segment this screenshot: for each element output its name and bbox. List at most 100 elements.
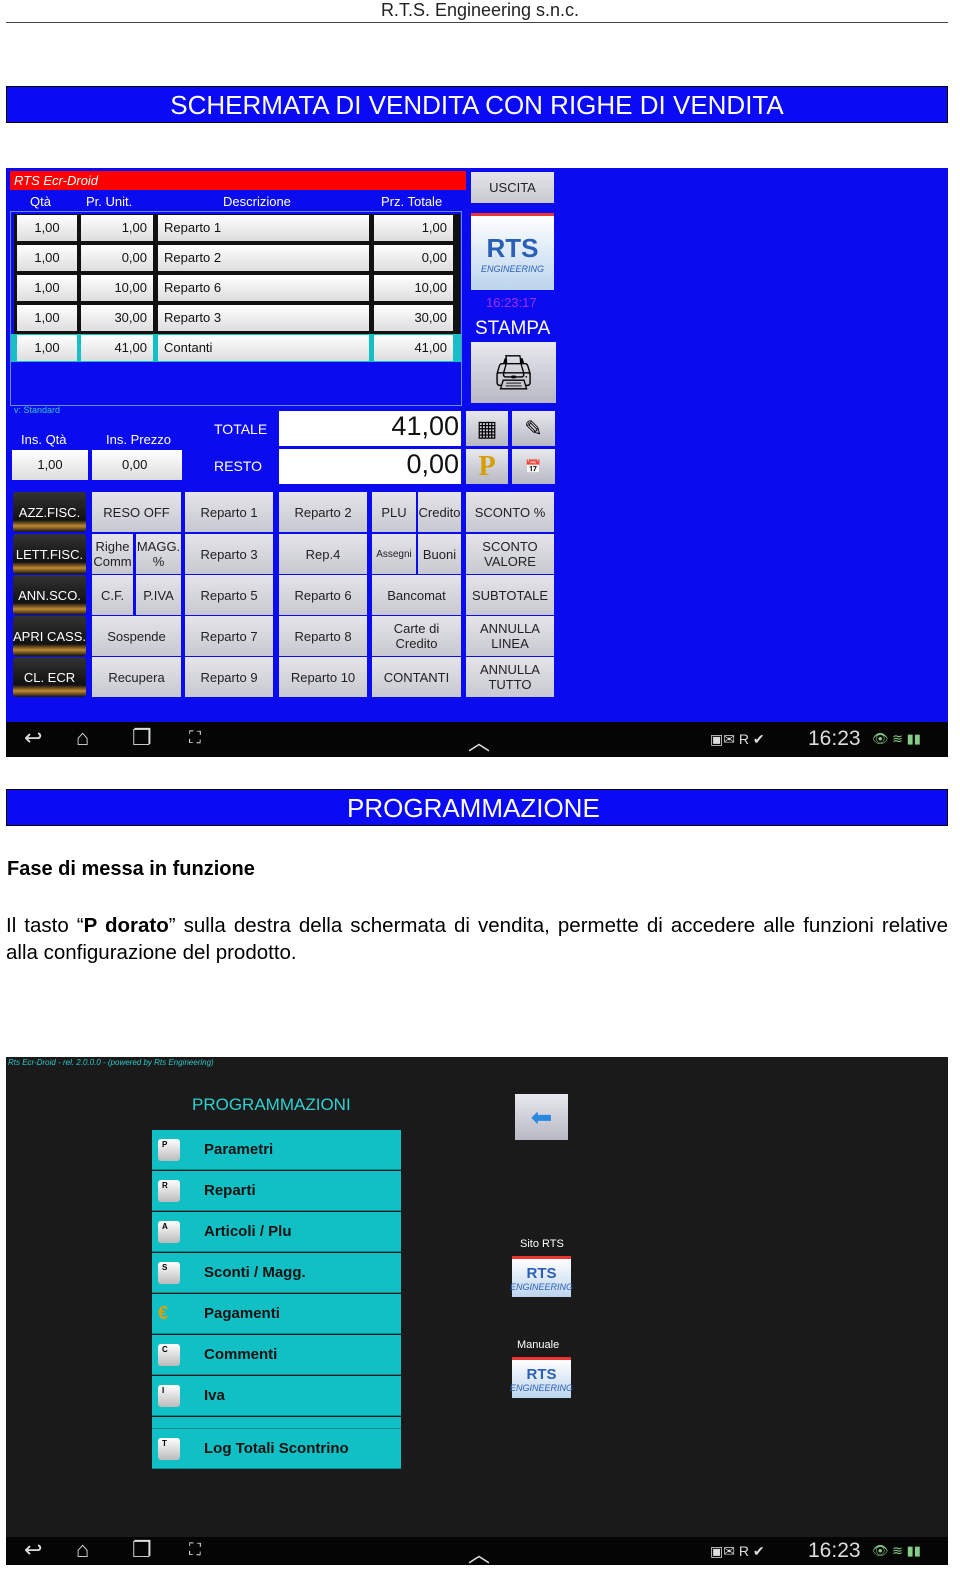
chevron-up-icon[interactable]: ︿ xyxy=(468,725,490,757)
back-icon[interactable]: ↩ xyxy=(24,1537,42,1563)
key-annulla-linea[interactable]: ANNULLA LINEA xyxy=(466,616,554,656)
arrow-left-icon: ⬅ xyxy=(530,1101,553,1132)
menu-item-iva[interactable]: I Iva xyxy=(152,1376,401,1416)
key-reparto-7[interactable]: Reparto 7 xyxy=(185,616,273,656)
menu-item-sconti-magg-[interactable]: S Sconti / Magg. xyxy=(152,1253,401,1293)
table-cell: 10,00 xyxy=(81,275,153,301)
key-sconto-[interactable]: SCONTO % xyxy=(466,492,554,532)
key-plu[interactable]: PLU xyxy=(372,492,416,532)
home-icon[interactable]: ⌂ xyxy=(76,1537,89,1563)
table-cell: 0,00 xyxy=(81,245,153,271)
key-p-iva[interactable]: P.IVA xyxy=(136,575,181,615)
menu-item-log-totali-scontrino[interactable]: T Log Totali Scontrino xyxy=(152,1429,401,1469)
menu-item-label: Parametri xyxy=(204,1141,274,1158)
version-label: v: Standard xyxy=(14,405,61,415)
menu-item-articoli-plu[interactable]: A Articoli / Plu xyxy=(152,1212,401,1252)
key-sconto-valore[interactable]: SCONTO VALORE xyxy=(466,534,554,574)
recents-icon[interactable]: ❐ xyxy=(132,725,152,751)
total-display: 41,00 xyxy=(279,411,461,446)
function-button[interactable]: LETT.FISC. xyxy=(13,534,86,574)
key-c-f-[interactable]: C.F. xyxy=(92,575,133,615)
menu-item-label: Reparti xyxy=(204,1182,256,1199)
menu-item-pagamenti[interactable]: € Pagamenti xyxy=(152,1294,401,1334)
key-credito[interactable]: Credito xyxy=(418,492,461,532)
key-carte-di-credito[interactable]: Carte di Credito xyxy=(372,616,461,656)
clock: 16:23:17 xyxy=(486,295,537,310)
key-subtotale[interactable]: SUBTOTALE xyxy=(466,575,554,615)
key-buoni[interactable]: Buoni xyxy=(418,534,461,574)
key-assegni[interactable]: Assegni xyxy=(372,534,416,574)
golden-p-button[interactable]: P xyxy=(466,449,508,484)
table-cell: 1,00 xyxy=(17,245,77,271)
screenshot-icon[interactable]: ⛶ xyxy=(189,728,201,748)
key-reparto-6[interactable]: Reparto 6 xyxy=(279,575,367,615)
calendar-button[interactable]: 📅 xyxy=(512,449,555,484)
table-cell: 41,00 xyxy=(374,335,453,361)
ins-qty-label: Ins. Qtà xyxy=(21,432,67,447)
logo-text: ENGINEERING xyxy=(510,1281,574,1292)
key-icon: S xyxy=(158,1262,180,1284)
key-reparto-2[interactable]: Reparto 2 xyxy=(279,492,367,532)
para-text: Il tasto “ xyxy=(6,914,84,937)
menu-item-commenti[interactable]: C Commenti xyxy=(152,1335,401,1375)
back-icon[interactable]: ↩ xyxy=(24,725,42,751)
screenshot-icon[interactable]: ⛶ xyxy=(189,1540,201,1560)
key-recupera[interactable]: Recupera xyxy=(92,657,181,697)
table-cell: Reparto 1 xyxy=(158,215,369,241)
key-icon: C xyxy=(158,1344,180,1366)
menu-item-reparti[interactable]: R Reparti xyxy=(152,1171,401,1211)
key-reparto-10[interactable]: Reparto 10 xyxy=(279,657,367,697)
table-row[interactable]: 1,00 41,00 Contanti 41,00 xyxy=(11,334,461,362)
chevron-up-icon[interactable]: ︿ xyxy=(468,1537,490,1565)
back-button[interactable]: ⬅ xyxy=(515,1094,568,1140)
pen-book-icon: ✎ xyxy=(524,415,543,441)
key-contanti[interactable]: CONTANTI xyxy=(372,657,461,697)
printer-button[interactable]: 🖨 xyxy=(471,342,556,403)
key-reparto-8[interactable]: Reparto 8 xyxy=(279,616,367,656)
key-rep-4[interactable]: Rep.4 xyxy=(279,534,367,574)
manual-button[interactable]: RTS ENGINEERING xyxy=(510,1357,574,1398)
exit-button[interactable]: USCITA xyxy=(471,172,554,203)
table-row[interactable]: 1,00 10,00 Reparto 6 10,00 xyxy=(11,274,461,302)
key-reparto-5[interactable]: Reparto 5 xyxy=(185,575,273,615)
home-icon[interactable]: ⌂ xyxy=(76,725,89,751)
function-button[interactable]: CL. ECR xyxy=(13,657,86,697)
table-cell: Reparto 2 xyxy=(158,245,369,271)
menu-item-parametri[interactable]: P Parametri xyxy=(152,1130,401,1170)
table-cell: 1,00 xyxy=(17,215,77,241)
function-button[interactable]: AZZ.FISC. xyxy=(13,492,86,532)
key-sospende[interactable]: Sospende xyxy=(92,616,181,656)
calculator-button[interactable]: ▦ xyxy=(466,411,508,446)
key-reso-off[interactable]: RESO OFF xyxy=(92,492,181,532)
key-annulla-tutto[interactable]: ANNULLA TUTTO xyxy=(466,657,554,697)
function-button[interactable]: APRI CASS. xyxy=(13,616,86,656)
key-bancomat[interactable]: Bancomat xyxy=(372,575,461,615)
rts-logo: RTS ENGINEERING xyxy=(471,213,554,290)
table-cell: 1,00 xyxy=(17,335,77,361)
key-righe-comm[interactable]: Righe Comm xyxy=(92,534,133,574)
table-row[interactable]: 1,00 0,00 Reparto 2 0,00 xyxy=(11,244,461,272)
key-reparto-1[interactable]: Reparto 1 xyxy=(185,492,273,532)
table-row[interactable]: 1,00 30,00 Reparto 3 30,00 xyxy=(11,304,461,332)
key-icon: A xyxy=(158,1221,180,1243)
notes-button[interactable]: ✎ xyxy=(512,411,555,446)
key-reparto-9[interactable]: Reparto 9 xyxy=(185,657,273,697)
menu-item-label: Commenti xyxy=(204,1346,278,1363)
ins-price-input[interactable]: 0,00 xyxy=(92,450,182,480)
print-label: STAMPA xyxy=(475,318,551,339)
logo-text: ENGINEERING xyxy=(510,1382,574,1393)
recents-icon[interactable]: ❐ xyxy=(132,1537,152,1563)
table-cell: 0,00 xyxy=(374,245,453,271)
col-total: Prz. Totale xyxy=(381,194,443,209)
menu-item-label: Sconti / Magg. xyxy=(204,1264,306,1281)
body-paragraph: Il tasto “P dorato” sulla destra della s… xyxy=(6,912,948,966)
function-button[interactable]: ANN.SCO. xyxy=(13,575,86,615)
table-cell: 1,00 xyxy=(17,305,77,331)
site-rts-button[interactable]: RTS ENGINEERING xyxy=(510,1256,574,1297)
key-reparto-3[interactable]: Reparto 3 xyxy=(185,534,273,574)
change-display: 0,00 xyxy=(279,449,461,484)
table-row[interactable]: 1,00 1,00 Reparto 1 1,00 xyxy=(11,214,461,242)
programming-screen-screenshot: Rts Ecr-Droid - rel. 2.0.0.0 - (powered … xyxy=(6,1057,948,1565)
key-magg-[interactable]: MAGG. % xyxy=(136,534,181,574)
ins-qty-input[interactable]: 1,00 xyxy=(12,450,88,480)
